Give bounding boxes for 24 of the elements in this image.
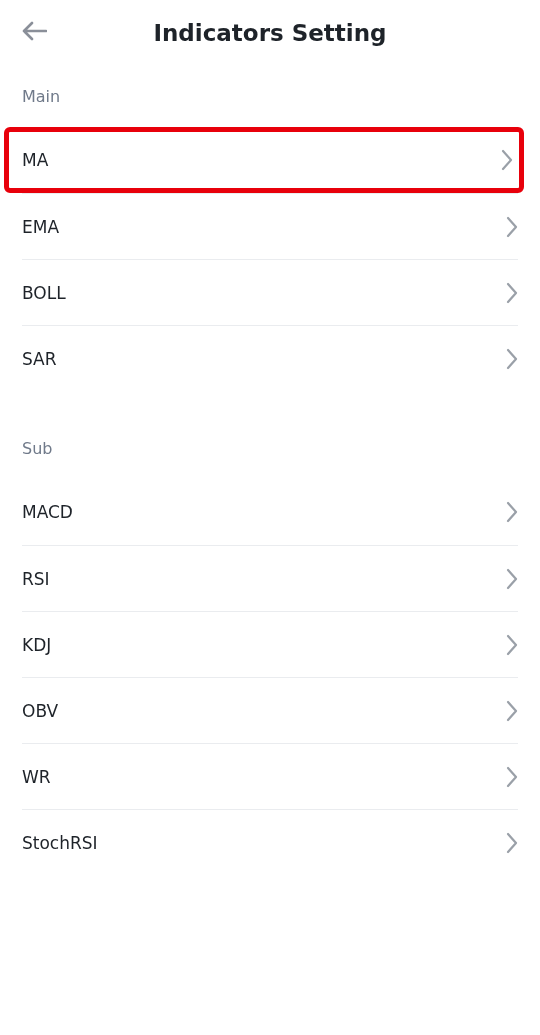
indicator-item[interactable]: StochRSI <box>22 809 518 875</box>
chevron-right-icon <box>506 699 518 722</box>
page-title: Indicators Setting <box>153 19 387 46</box>
indicator-item[interactable]: BOLL <box>22 259 518 325</box>
indicator-item[interactable]: RSI <box>22 545 518 611</box>
chevron-right-icon <box>506 281 518 304</box>
indicator-item[interactable]: WR <box>22 743 518 809</box>
section-title: Sub <box>21 437 54 460</box>
section-title: Main <box>21 85 62 108</box>
indicator-item[interactable]: MACD <box>22 479 518 545</box>
chevron-right-icon <box>506 567 518 590</box>
chevron-right-icon <box>506 215 518 238</box>
indicator-item[interactable]: SAR <box>22 325 518 391</box>
chevron-right-icon <box>506 831 518 854</box>
back-arrow-icon[interactable] <box>21 21 47 41</box>
chevron-right-icon <box>506 347 518 370</box>
indicator-item[interactable]: MA <box>4 127 524 193</box>
chevron-right-icon <box>506 501 518 523</box>
indicator-item[interactable]: EMA <box>22 193 518 259</box>
chevron-right-icon <box>506 633 518 656</box>
chevron-right-icon <box>506 765 518 788</box>
indicator-item[interactable]: KDJ <box>22 611 518 677</box>
chevron-right-icon <box>501 149 513 171</box>
indicator-item[interactable]: OBV <box>22 677 518 743</box>
